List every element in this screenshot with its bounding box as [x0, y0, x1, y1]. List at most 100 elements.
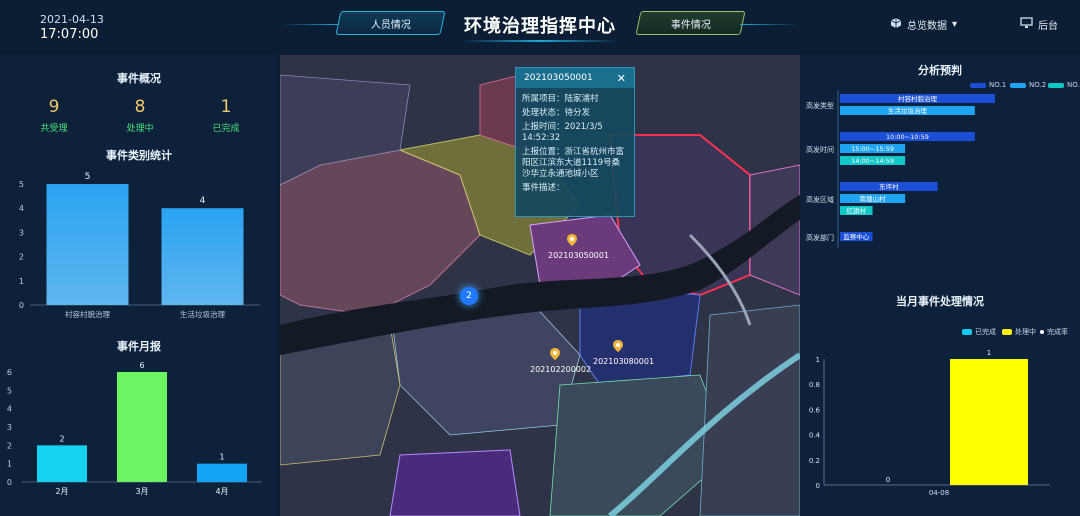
processing-legend-rate: 完成率	[1040, 327, 1068, 337]
stat-label: 已完成	[212, 124, 240, 134]
header-line-left	[280, 24, 340, 25]
processing-legend-completed: 已完成	[962, 327, 996, 337]
analysis-row-label: 高发区域	[806, 195, 834, 204]
y-tick-label: 3	[7, 423, 12, 432]
tab-events[interactable]: 事件情况	[635, 11, 746, 35]
y-tick-label: 0.4	[809, 432, 821, 440]
bar-value-label: 4	[200, 196, 206, 206]
monthly-chart-title: 事件月报	[117, 340, 161, 353]
bar-value-label: 0	[886, 476, 890, 484]
category-chart: 0 1 2 3 4 5 5 村容村貌治理 4 生活垃圾治理	[19, 172, 260, 319]
analysis-row-label: 高发时间	[806, 145, 834, 154]
monitor-icon	[1020, 17, 1033, 32]
analysis-legend-1: NO.1	[970, 81, 1006, 89]
header-line-right	[740, 24, 800, 25]
bar	[117, 372, 167, 482]
analysis-bar-label: 红旗村	[847, 206, 867, 215]
bar	[46, 184, 129, 305]
analysis-bar-label: 14:00~14:59	[851, 157, 894, 165]
x-tick-label: 生活垃圾治理	[180, 309, 225, 319]
marker-label: 202103050001	[548, 251, 610, 260]
processing-legend-inprogress: 处理中	[1002, 327, 1036, 337]
x-tick-label: 4月	[215, 487, 228, 496]
y-tick-label: 4	[7, 405, 12, 414]
backend-button[interactable]: 后台	[1020, 17, 1058, 32]
right-panel: 分析预判 NO.1 NO.2 NO.3 村容村貌治理生活垃圾治理 高发类型 10:0…	[800, 55, 1080, 516]
category-chart-title: 事件类别统计	[106, 149, 172, 162]
marker-label: 202103080001	[593, 357, 655, 366]
map-cluster-marker[interactable]: 2	[460, 287, 478, 305]
analysis-legend-2: NO.2	[1010, 81, 1046, 89]
month-processing-title: 当月事件处理情况	[896, 295, 984, 308]
analysis-title: 分析预判	[918, 64, 962, 77]
cube-icon	[890, 17, 902, 32]
legend-swatch	[1002, 329, 1012, 335]
y-tick-label: 2	[19, 253, 24, 262]
map-marker-pin-icon[interactable]	[550, 345, 560, 364]
analysis-bar-label: 生活垃圾治理	[888, 106, 928, 115]
stat-label: 共受理	[40, 124, 68, 134]
analysis-legend-3: NO.3	[1048, 81, 1080, 89]
x-tick-label: 3月	[135, 487, 148, 496]
overview-title: 事件概况	[117, 72, 161, 85]
legend-swatch	[970, 82, 986, 88]
stat-processing: 8 处理中	[110, 97, 170, 134]
y-tick-label: 1	[7, 460, 12, 469]
bar-value-label: 5	[85, 172, 91, 182]
backend-label: 后台	[1038, 21, 1058, 32]
bar	[950, 359, 1028, 485]
data-menu-label: 总览数据	[907, 21, 947, 32]
y-tick-label: 0	[816, 482, 820, 490]
popup-event-id: 202103050001	[524, 73, 593, 83]
bar	[161, 208, 244, 305]
analysis-row-label: 高发类型	[806, 101, 834, 110]
close-icon[interactable]: ✕	[617, 72, 626, 85]
y-tick-label: 2	[7, 441, 12, 450]
y-tick-label: 0	[7, 478, 12, 487]
y-tick-label: 4	[19, 204, 24, 213]
processing-chart: 0 0.2 0.4 0.6 0.8 1 0 1 04-08	[809, 349, 1050, 497]
legend-swatch	[962, 329, 972, 335]
analysis-row-label: 高发部门	[806, 233, 834, 242]
analysis-bar-label: 东坪村	[879, 182, 899, 191]
bar	[37, 445, 87, 482]
x-tick-label: 04-08	[929, 489, 949, 497]
header-time: 17:07:00	[40, 27, 99, 42]
y-tick-label: 6	[7, 368, 12, 377]
popup-location: 上报位置：浙江省杭州市富阳区江滨东大道1119号桑沙华立永通池城小区	[522, 147, 625, 179]
event-popup: 202103050001 ✕ 所属项目：陆家浦村 处理状态：待分发 上报时间：2…	[515, 67, 635, 217]
popup-project: 所属项目：陆家浦村	[522, 94, 599, 104]
popup-header: 202103050001 ✕	[516, 68, 634, 88]
title-underline	[460, 40, 620, 42]
header-center: 人员情况 环境治理指挥中心 事件情况	[280, 0, 800, 50]
y-tick-label: 3	[19, 228, 24, 237]
y-tick-label: 5	[7, 386, 12, 395]
bar-value-label: 1	[219, 453, 224, 462]
analysis-bar-label: 监察中心	[843, 232, 870, 241]
map-marker-pin-icon[interactable]	[567, 231, 577, 250]
stat-value: 1	[220, 97, 232, 117]
x-tick-label: 村容村貌治理	[65, 309, 110, 319]
analysis-bar-label: 15:00~15:59	[851, 145, 894, 153]
page-title: 环境治理指挥中心	[464, 16, 616, 37]
analysis-bar-label: 南塘山村	[860, 194, 887, 203]
marker-label: 202102200002	[530, 365, 592, 374]
y-tick-label: 1	[816, 356, 820, 364]
y-tick-label: 0.6	[809, 406, 821, 414]
y-tick-label: 1	[19, 277, 24, 286]
analysis-bar-label: 10:00~10:59	[886, 133, 929, 141]
map-view[interactable]: 202103050001 ✕ 所属项目：陆家浦村 处理状态：待分发 上报时间：2…	[280, 55, 800, 516]
popup-status: 处理状态：待分发	[522, 108, 591, 118]
analysis-chart: 村容村貌治理生活垃圾治理 高发类型 10:00~10:59 15:00~15:59 14…	[806, 90, 995, 248]
header-date: 2021-04-13	[40, 13, 104, 26]
popup-description-label: 事件描述：	[522, 183, 565, 193]
map-marker-pin-icon[interactable]	[613, 337, 623, 356]
legend-swatch	[1010, 82, 1026, 88]
popup-report-time: 上报时间：2021/3/5 14:52:32	[522, 122, 603, 143]
bar-value-label: 6	[139, 361, 144, 370]
data-menu[interactable]: 总览数据 ▾	[890, 17, 957, 32]
legend-swatch	[1048, 82, 1064, 88]
left-panel: 事件概况 9 共受理 8 处理中 1 已完成 事件类别统计 0 1 2 3 4 5 5 村容村…	[0, 55, 278, 516]
analysis-bar-label: 村容村貌治理	[898, 94, 938, 103]
stat-value: 8	[134, 97, 146, 117]
